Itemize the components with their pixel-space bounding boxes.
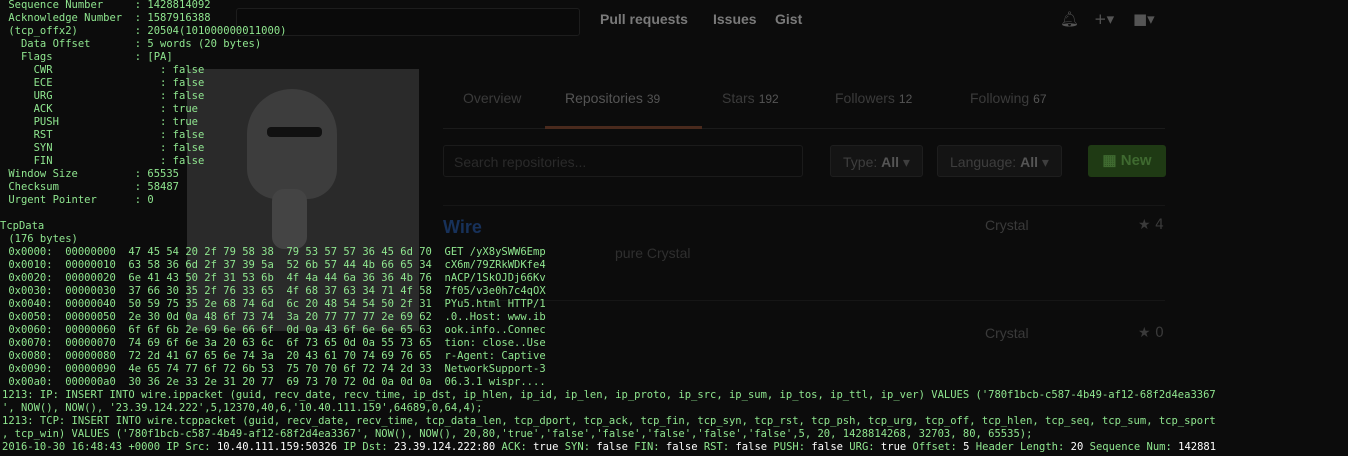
tcp-flag-line: CWR : false <box>2 64 205 76</box>
hexdump-line: 0x0090: 00000090 4e 65 74 77 6f 72 6b 53… <box>2 363 546 375</box>
tcp-flag-line: RST : false <box>2 129 205 141</box>
sql-ip-insert-line: ', NOW(), NOW(), '23.39.124.222',5,12370… <box>2 402 483 414</box>
hexdump-line: 0x0070: 00000070 74 69 6f 6e 3a 20 63 6c… <box>2 337 546 349</box>
terminal-output: Sequence Number : 1428814092 Acknowledge… <box>0 0 1348 456</box>
hexdump-line: 0x0000: 00000000 47 45 54 20 2f 79 58 38… <box>2 246 546 258</box>
hexdump-line: 0x0020: 00000020 6e 41 43 50 2f 31 53 6b… <box>2 272 546 284</box>
sql-tcp-insert-line: , tcp_win) VALUES ('780f1bcb-c587-4b49-a… <box>2 428 1033 440</box>
tcp-field-line: Window Size : 65535 <box>2 168 180 180</box>
tcp-flag-line: PUSH : true <box>2 116 198 128</box>
hexdump-line: 0x0010: 00000010 63 58 36 6d 2f 37 39 5a… <box>2 259 546 271</box>
packet-status-line: 2016-10-30 16:48:43 +0000 IP Src: 10.40.… <box>2 441 1217 453</box>
hexdump-line: 0x0050: 00000050 2e 30 0d 0a 48 6f 73 74… <box>2 311 546 323</box>
tcp-field-line: Flags : [PA] <box>2 51 173 63</box>
hexdump-line: 0x0060: 00000060 6f 6f 6b 2e 69 6e 66 6f… <box>2 324 546 336</box>
tcp-field-line: Data Offset : 5 words (20 bytes) <box>2 38 262 50</box>
tcp-flag-line: ACK : true <box>2 103 198 115</box>
tcp-field-line: Sequence Number : 1428814092 <box>2 0 211 11</box>
hexdump-line: 0x00a0: 000000a0 30 36 2e 33 2e 31 20 77… <box>2 376 546 388</box>
tcp-flag-line: ECE : false <box>2 77 205 89</box>
sql-tcp-insert-line: 1213: TCP: INSERT INTO wire.tcppacket (g… <box>2 415 1216 427</box>
tcp-field-line: Checksum : 58487 <box>2 181 180 193</box>
tcp-field-line: Urgent Pointer : 0 <box>2 194 154 206</box>
tcpdata-header: TcpData <box>0 220 45 232</box>
tcpdata-size: (176 bytes) <box>2 233 78 245</box>
hexdump-line: 0x0040: 00000040 50 59 75 35 2e 68 74 6d… <box>2 298 546 310</box>
hexdump-line: 0x0080: 00000080 72 2d 41 67 65 6e 74 3a… <box>2 350 546 362</box>
tcp-flag-line: URG : false <box>2 90 205 102</box>
tcp-field-line: Acknowledge Number : 1587916388 <box>2 12 211 24</box>
tcp-field-line: (tcp_offx2) : 20504(101000000011000) <box>2 25 287 37</box>
sql-ip-insert-line: 1213: IP: INSERT INTO wire.ippacket (gui… <box>2 389 1216 401</box>
tcp-flag-line: FIN : false <box>2 155 205 167</box>
tcp-flag-line: SYN : false <box>2 142 205 154</box>
hexdump-line: 0x0030: 00000030 37 66 30 35 2f 76 33 65… <box>2 285 546 297</box>
